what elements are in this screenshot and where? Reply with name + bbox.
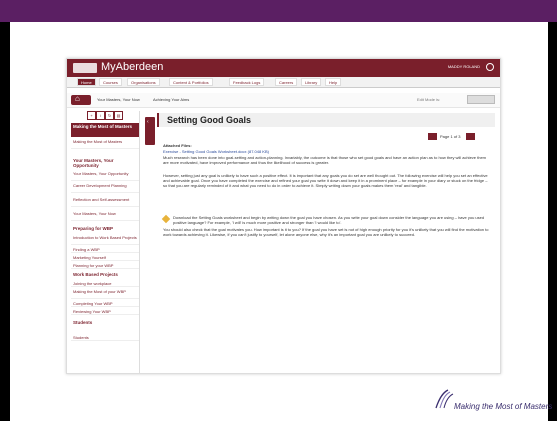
- tab-feedback-logs[interactable]: Feedback Logs: [229, 78, 265, 86]
- tab-library[interactable]: Library: [301, 78, 322, 86]
- menu-section[interactable]: Preparing for WBP: [71, 225, 139, 232]
- previous-page-button[interactable]: [428, 133, 437, 140]
- paragraph: Much research has been done into goal-se…: [163, 155, 487, 166]
- menu-item[interactable]: Planning for your WBP: [71, 263, 139, 269]
- menu-item[interactable]: Introduction to Work Based Projects: [71, 235, 139, 245]
- paragraph: You should also check that the goal moti…: [163, 227, 489, 238]
- menu-item[interactable]: Making the Most of your WBP: [71, 289, 139, 299]
- page-indicator: Page 1 of 3: [440, 134, 461, 139]
- home-button[interactable]: ⌂: [71, 94, 91, 105]
- menu-item[interactable]: Finding a WBP: [71, 247, 139, 253]
- university-logo: [73, 63, 97, 73]
- menu-item[interactable]: Reflection and Self-assessment: [71, 197, 139, 207]
- user-name[interactable]: MADDY ROLAND: [448, 64, 480, 69]
- menu-item[interactable]: Reviewing Your WBP: [71, 309, 139, 315]
- tab-courses[interactable]: Courses: [99, 78, 122, 86]
- sort-icon[interactable]: ↕: [96, 111, 105, 120]
- menu-section[interactable]: Making the Most of Masters: [71, 123, 139, 137]
- course-menu: + ↕ ↻ ▤ Making the Most of Masters Makin…: [71, 111, 140, 373]
- menu-section[interactable]: Work Based Projects: [71, 271, 139, 278]
- menu-item[interactable]: Completing Your WBP: [71, 301, 139, 307]
- menu-item[interactable]: Making the Most of Masters: [71, 139, 139, 149]
- tab-careers[interactable]: Careers: [275, 78, 298, 86]
- portal-header: MyAberdeen MADDY ROLAND: [67, 59, 500, 77]
- embedded-portal-screenshot: MyAberdeen MADDY ROLAND Home Courses Org…: [66, 58, 501, 374]
- menu-section[interactable]: Your Masters, Your Opportunity: [71, 157, 139, 169]
- menu-item[interactable]: Joining the workplace: [71, 281, 139, 287]
- collapse-menu-button[interactable]: ‹: [145, 117, 155, 145]
- menu-item[interactable]: Marketing Yourself: [71, 255, 139, 261]
- collapse-icon[interactable]: ▤: [114, 111, 123, 120]
- menu-item[interactable]: Career Development Planning: [71, 183, 139, 193]
- content-area: Setting Good Goals Page 1 of 3 Attached …: [157, 111, 495, 371]
- footer-brand: Making the Most of Masters: [434, 386, 552, 414]
- portal-nav: Home Courses Organisations Content & Por…: [67, 77, 500, 88]
- slide-left-border: [0, 22, 10, 421]
- menu-section[interactable]: Students: [71, 319, 139, 326]
- attached-file-link[interactable]: Exercise - Setting Good Goals Worksheet.…: [163, 149, 491, 154]
- app-title: MyAberdeen: [101, 61, 164, 73]
- menu-item[interactable]: Your Masters, Your Opportunity: [71, 171, 139, 181]
- slide-right-border: [548, 22, 557, 421]
- breadcrumb: ⌂ Your Masters, Your Now Achieving Your …: [67, 93, 500, 108]
- footer-brand-text: Making the Most of Masters: [454, 402, 553, 411]
- logout-icon[interactable]: [486, 63, 494, 71]
- tab-content-portfolios[interactable]: Content & Portfolios: [169, 78, 213, 86]
- menu-item[interactable]: Your Masters, Your Now: [71, 211, 139, 221]
- pencil-icon: [161, 214, 171, 224]
- edit-mode-label: Edit Mode is:: [417, 97, 441, 102]
- breadcrumb-item: Achieving Your Aims: [153, 97, 190, 102]
- paragraph: However, setting just any goal is unlike…: [163, 173, 488, 189]
- attached-files-label: Attached Files:: [163, 143, 192, 148]
- menu-item[interactable]: Students: [71, 335, 139, 341]
- edit-mode-toggle[interactable]: [467, 95, 495, 104]
- tab-home[interactable]: Home: [77, 78, 96, 86]
- paragraph: Download the Setting Goals worksheet and…: [173, 215, 485, 226]
- add-icon[interactable]: +: [87, 111, 96, 120]
- page-title: Setting Good Goals: [157, 113, 495, 127]
- next-page-button[interactable]: [466, 133, 475, 140]
- chevron-left-icon: ‹: [147, 119, 149, 125]
- tab-help[interactable]: Help: [325, 78, 342, 86]
- home-icon: ⌂: [75, 94, 80, 103]
- refresh-icon[interactable]: ↻: [105, 111, 114, 120]
- breadcrumb-item[interactable]: Your Masters, Your Now: [97, 97, 140, 102]
- tab-organisations[interactable]: Organisations: [127, 78, 160, 86]
- slide-header-bar: [0, 0, 557, 22]
